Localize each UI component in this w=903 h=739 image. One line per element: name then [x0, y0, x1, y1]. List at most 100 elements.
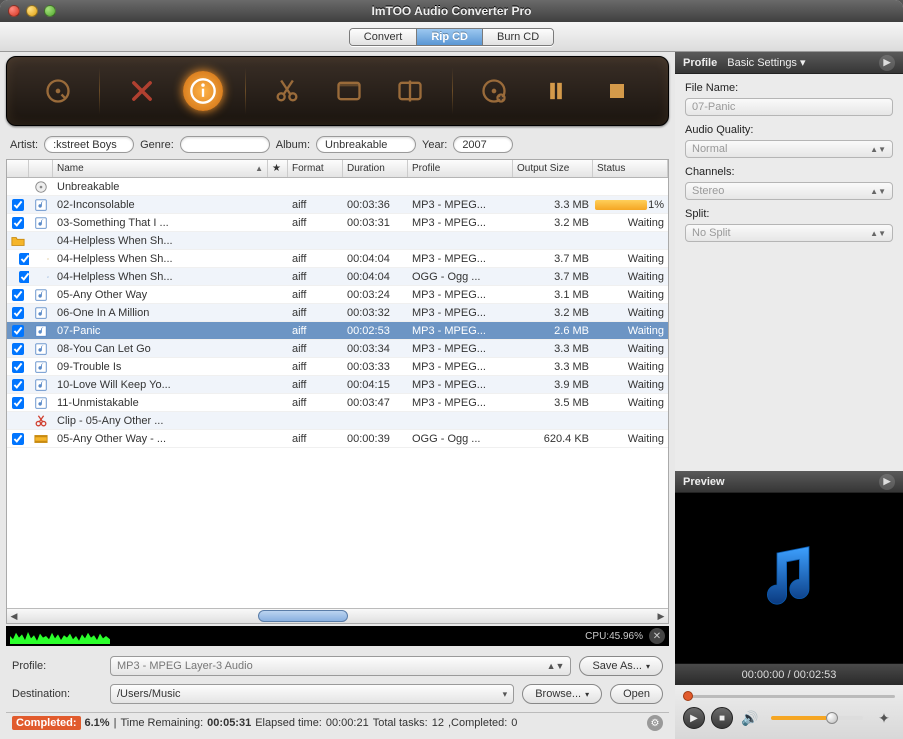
col-star[interactable]: ★: [268, 160, 288, 177]
col-duration[interactable]: Duration: [343, 160, 408, 177]
scroll-right-icon[interactable]: ▶: [654, 609, 668, 623]
profile-combo[interactable]: MP3 - MPEG Layer-3 Audio▲▼: [110, 656, 571, 676]
volume-slider[interactable]: [771, 716, 863, 720]
snapshot-button[interactable]: ✦: [873, 707, 895, 729]
browse-button[interactable]: Browse...▾: [522, 684, 602, 704]
year-field[interactable]: 2007: [453, 136, 513, 153]
pause-button[interactable]: [536, 71, 576, 111]
table-row[interactable]: 06-One In A Millionaiff00:03:32MP3 - MPE…: [7, 304, 668, 322]
cpu-settings-icon[interactable]: ✕: [649, 628, 665, 644]
completed-percent: 6.1%: [85, 717, 110, 729]
main-tab-row: Convert Rip CD Burn CD: [0, 22, 903, 52]
gear-icon[interactable]: ⚙: [647, 715, 663, 731]
col-profile[interactable]: Profile: [408, 160, 513, 177]
destination-combo[interactable]: /Users/Music▾: [110, 684, 514, 704]
row-checkbox[interactable]: [12, 289, 24, 301]
row-status: Waiting: [593, 216, 668, 230]
open-button[interactable]: Open: [610, 684, 663, 704]
table-row[interactable]: 10-Love Will Keep Yo...aiff00:04:15MP3 -…: [7, 376, 668, 394]
row-checkbox[interactable]: [12, 325, 24, 337]
scroll-left-icon[interactable]: ◀: [7, 609, 21, 623]
horizontal-scrollbar[interactable]: ◀ ▶: [7, 608, 668, 623]
col-icon[interactable]: [29, 160, 53, 177]
table-row[interactable]: 11-Unmistakableaiff00:03:47MP3 - MPEG...…: [7, 394, 668, 412]
col-name[interactable]: Name▲: [53, 160, 268, 177]
channels-dropdown[interactable]: Stereo▲▼: [685, 182, 893, 200]
tab-rip-cd[interactable]: Rip CD: [417, 29, 483, 45]
audio-icon: [34, 342, 48, 356]
row-checkbox[interactable]: [19, 253, 29, 265]
table-row[interactable]: 04-Helpless When Sh...aiff00:04:04OGG - …: [7, 268, 668, 286]
table-row[interactable]: 05-Any Other Wayaiff00:03:24MP3 - MPEG..…: [7, 286, 668, 304]
expand-right-icon[interactable]: ▶: [879, 55, 895, 71]
row-status: [593, 186, 668, 188]
channels-label: Channels:: [685, 166, 893, 178]
info-button[interactable]: [183, 71, 223, 111]
col-output-size[interactable]: Output Size: [513, 160, 593, 177]
table-row[interactable]: 03-Something That I ...aiff00:03:31MP3 -…: [7, 214, 668, 232]
row-checkbox[interactable]: [12, 361, 24, 373]
save-as-button[interactable]: Save As...▾: [579, 656, 663, 676]
row-checkbox[interactable]: [12, 343, 24, 355]
table-row[interactable]: 04-Helpless When Sh...: [7, 232, 668, 250]
expand-right-icon[interactable]: ▶: [879, 474, 895, 490]
rip-button[interactable]: [474, 71, 514, 111]
stop-button[interactable]: [597, 71, 637, 111]
row-checkbox[interactable]: [19, 271, 29, 283]
row-size: 3.2 MB: [513, 306, 593, 320]
col-format[interactable]: Format: [288, 160, 343, 177]
row-checkbox[interactable]: [12, 397, 24, 409]
effects-button[interactable]: [329, 71, 369, 111]
audio-quality-dropdown[interactable]: Normal▲▼: [685, 140, 893, 158]
table-row[interactable]: 08-You Can Let Goaiff00:03:34MP3 - MPEG.…: [7, 340, 668, 358]
year-label: Year:: [422, 139, 447, 151]
add-cd-button[interactable]: [38, 71, 78, 111]
row-checkbox[interactable]: [12, 217, 24, 229]
artist-field[interactable]: :kstreet Boys: [44, 136, 134, 153]
row-profile: MP3 - MPEG...: [408, 216, 513, 230]
col-status[interactable]: Status: [593, 160, 668, 177]
row-name: 05-Any Other Way - ...: [53, 432, 268, 446]
table-row[interactable]: 09-Trouble Isaiff00:03:33MP3 - MPEG...3.…: [7, 358, 668, 376]
volume-icon[interactable]: 🔊: [739, 707, 761, 729]
row-checkbox[interactable]: [12, 379, 24, 391]
zoom-window-button[interactable]: [44, 5, 56, 17]
split-button[interactable]: [390, 71, 430, 111]
row-checkbox[interactable]: [12, 199, 24, 211]
minimize-window-button[interactable]: [26, 5, 38, 17]
table-row[interactable]: Clip - 05-Any Other ...: [7, 412, 668, 430]
clip-button[interactable]: [267, 71, 307, 111]
table-row[interactable]: 02-Inconsolableaiff00:03:36MP3 - MPEG...…: [7, 196, 668, 214]
row-duration: 00:04:04: [343, 270, 408, 284]
row-star: [268, 312, 288, 314]
row-format: aiff: [288, 198, 343, 212]
table-row[interactable]: 07-Panicaiff00:02:53MP3 - MPEG...2.6 MBW…: [7, 322, 668, 340]
basic-settings-menu[interactable]: Basic Settings ▾: [727, 56, 805, 69]
seek-slider[interactable]: [683, 691, 895, 701]
row-star: [268, 348, 288, 350]
row-size: [513, 240, 593, 242]
remove-button[interactable]: [122, 71, 162, 111]
table-row[interactable]: 05-Any Other Way - ...aiff00:00:39OGG - …: [7, 430, 668, 448]
playback-controls: ▶ ■ 🔊 ✦: [675, 685, 903, 739]
tab-convert[interactable]: Convert: [350, 29, 418, 45]
row-checkbox[interactable]: [12, 433, 24, 445]
table-row[interactable]: Unbreakable: [7, 178, 668, 196]
genre-field[interactable]: [180, 136, 270, 153]
play-button[interactable]: ▶: [683, 707, 705, 729]
close-window-button[interactable]: [8, 5, 20, 17]
album-field[interactable]: Unbreakable: [316, 136, 416, 153]
table-row[interactable]: 04-Helpless When Sh...aiff00:04:04MP3 - …: [7, 250, 668, 268]
row-name: 07-Panic: [53, 324, 268, 338]
split-dropdown[interactable]: No Split▲▼: [685, 224, 893, 242]
completed-count: 0: [511, 717, 517, 729]
scrollbar-thumb[interactable]: [258, 610, 348, 622]
row-checkbox[interactable]: [12, 307, 24, 319]
row-format: aiff: [288, 324, 343, 338]
stop-playback-button[interactable]: ■: [711, 707, 733, 729]
file-name-field[interactable]: 07-Panic: [685, 98, 893, 116]
tab-burn-cd[interactable]: Burn CD: [483, 29, 553, 45]
row-star: [268, 384, 288, 386]
row-duration: 00:00:39: [343, 432, 408, 446]
col-check[interactable]: [7, 160, 29, 177]
